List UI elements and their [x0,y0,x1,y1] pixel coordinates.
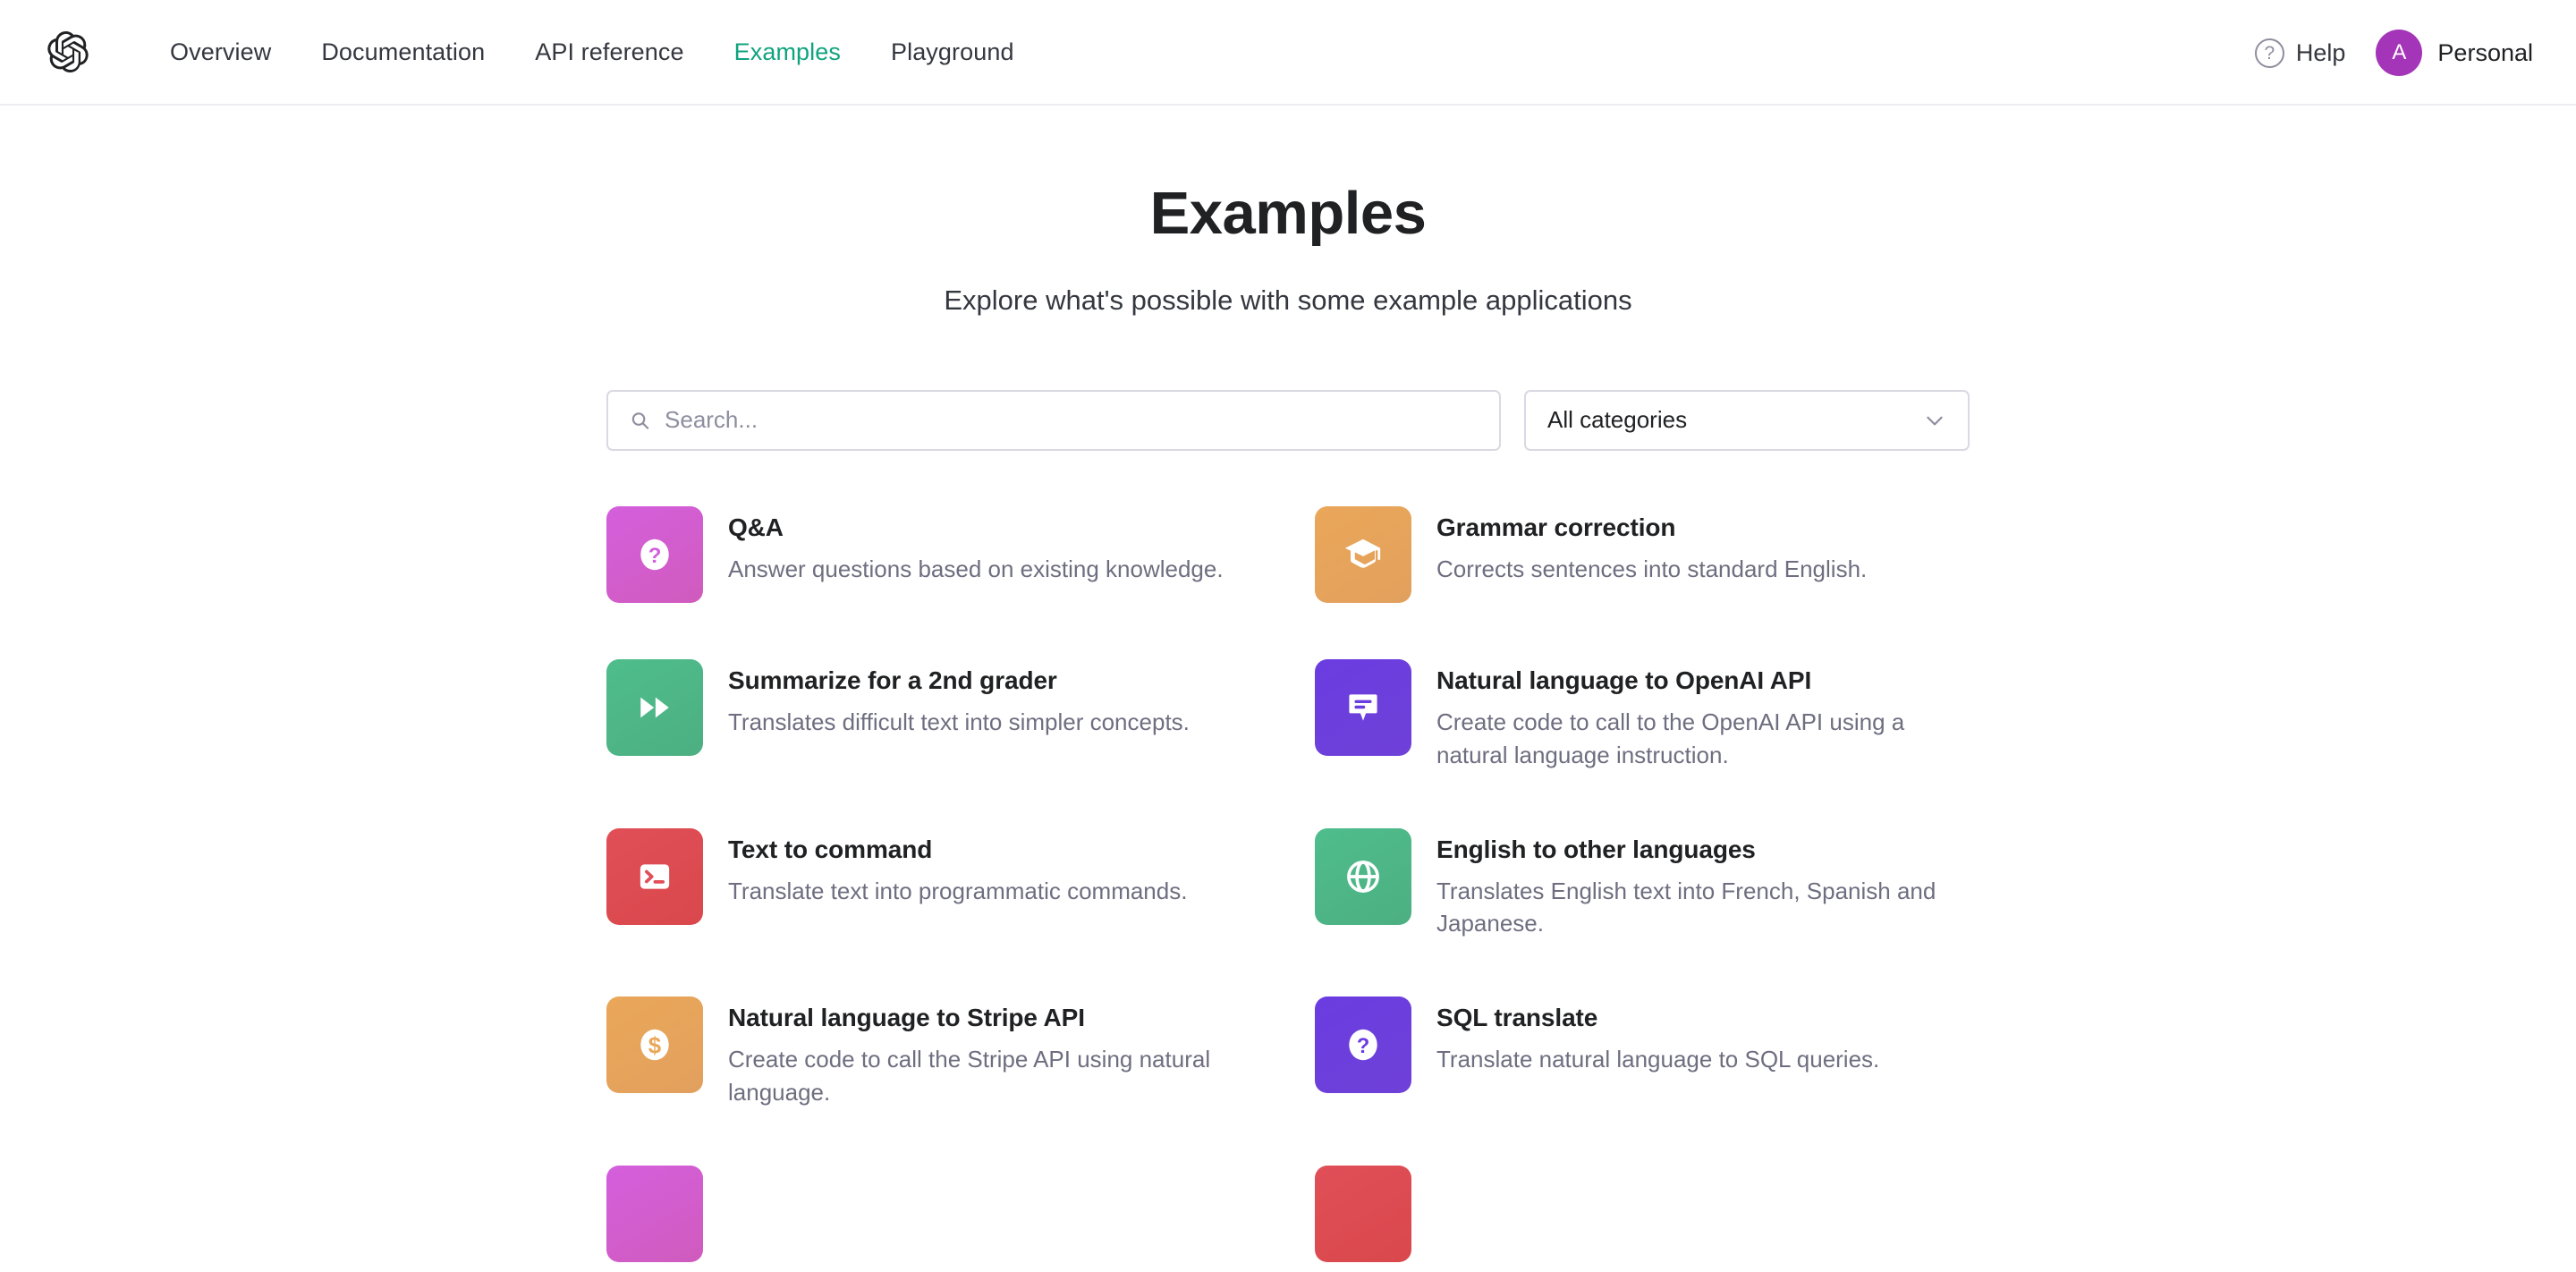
example-card-description: Create code to call the Stripe API using… [728,1046,1211,1107]
category-select[interactable]: All categories [1524,389,1970,451]
example-card-text-to-command[interactable]: Text to command Translate text into prog… [606,827,1315,997]
svg-text:$: $ [648,1034,662,1059]
example-card-partial-right[interactable] [1315,1166,1970,1272]
example-card-description: Corrects sentences into standard English… [1436,555,1868,582]
category-select-value: All categories [1547,406,1688,434]
example-card-nl-to-openai-api[interactable]: Natural language to OpenAI API Create co… [1315,658,1970,828]
header-actions: ? Help A Personal [2254,0,2533,106]
nav-item-examples[interactable]: Examples [709,38,866,66]
nav-item-overview[interactable]: Overview [170,38,296,66]
example-card-description: Translates English text into French, Spa… [1436,877,1936,937]
question-mark-icon: ? [1315,996,1411,1094]
example-card-english-to-other-languages[interactable]: English to other languages Translates En… [1315,827,1970,997]
example-card-grammar-correction[interactable]: Grammar correction Corrects sentences in… [1315,505,1970,659]
example-card-title: Text to command [728,835,933,863]
graduation-cap-glyph [1344,538,1381,568]
example-card-description: Create code to call to the OpenAI API us… [1436,708,1905,768]
example-card-partial-left[interactable] [606,1166,1315,1272]
page-subtitle: Explore what's possible with some exampl… [944,284,1632,316]
nav-item-api-reference[interactable]: API reference [510,38,708,66]
chat-bubble-glyph [1349,694,1377,721]
help-label: Help [2295,38,2346,66]
top-navigation-bar: Overview Documentation API reference Exa… [0,0,2576,106]
search-field[interactable] [606,389,1501,451]
example-card-description: Translate text into programmatic command… [728,877,1188,904]
openai-logo[interactable] [41,25,95,79]
examples-grid: ? Q&A Answer questions based on existing… [606,505,1970,1272]
example-card-title: English to other languages [1436,835,1756,863]
example-card-summarize-2nd-grader[interactable]: Summarize for a 2nd grader Translates di… [606,658,1315,828]
question-mark-glyph: ? [1349,1030,1377,1061]
question-mark-icon: ? [606,505,703,603]
chat-bubble-icon [1315,658,1411,756]
nav-item-documentation[interactable]: Documentation [296,38,510,66]
example-card-description: Translate natural language to SQL querie… [1436,1046,1880,1073]
filters-row: All categories [606,389,1970,451]
example-card-title: Natural language to Stripe API [728,1004,1085,1032]
example-card-title: Grammar correction [1436,513,1676,541]
search-icon [631,411,649,429]
fast-forward-glyph [640,697,669,718]
graduation-cap-icon [1315,505,1411,603]
main-nav: Overview Documentation API reference Exa… [170,38,1039,66]
help-button[interactable]: ? Help [2254,38,2346,68]
example-card-qa[interactable]: ? Q&A Answer questions based on existing… [606,505,1315,659]
dollar-sign-glyph: $ [640,1030,669,1061]
example-card-nl-to-stripe-api[interactable]: $ Natural language to Stripe API Create … [606,996,1315,1166]
page-title: Examples [1149,180,1427,247]
hero-section: Examples Explore what's possible with so… [0,106,2576,317]
question-mark-glyph: ? [640,538,669,570]
svg-text:?: ? [1357,1034,1370,1058]
terminal-icon [606,827,703,925]
dollar-sign-icon: $ [606,996,703,1094]
openai-logo-icon [47,31,89,72]
nav-item-playground[interactable]: Playground [866,38,1039,66]
page-content: Examples Explore what's possible with so… [0,106,2576,1272]
svg-text:?: ? [648,544,662,568]
chevron-down-icon [1927,416,1943,426]
terminal-icon [1315,1166,1411,1263]
globe-glyph [1347,860,1379,893]
globe-icon [1315,827,1411,925]
account-name: Personal [2437,38,2533,66]
example-card-description: Translates difficult text into simpler c… [728,708,1190,735]
search-input[interactable] [665,406,1478,435]
example-card-title: Q&A [728,513,784,541]
terminal-glyph [640,863,670,889]
example-card-title: Summarize for a 2nd grader [728,666,1057,694]
example-card-sql-translate[interactable]: ? SQL translate Translate natural langua… [1315,996,1970,1166]
avatar: A [2376,30,2423,76]
fast-forward-icon [606,658,703,756]
example-card-title: Natural language to OpenAI API [1436,666,1812,694]
question-mark-circle-icon: ? [2254,38,2284,68]
question-mark-icon [606,1166,703,1263]
example-card-title: SQL translate [1436,1004,1598,1032]
account-menu[interactable]: A Personal [2376,30,2533,76]
example-card-description: Answer questions based on existing knowl… [728,555,1224,582]
